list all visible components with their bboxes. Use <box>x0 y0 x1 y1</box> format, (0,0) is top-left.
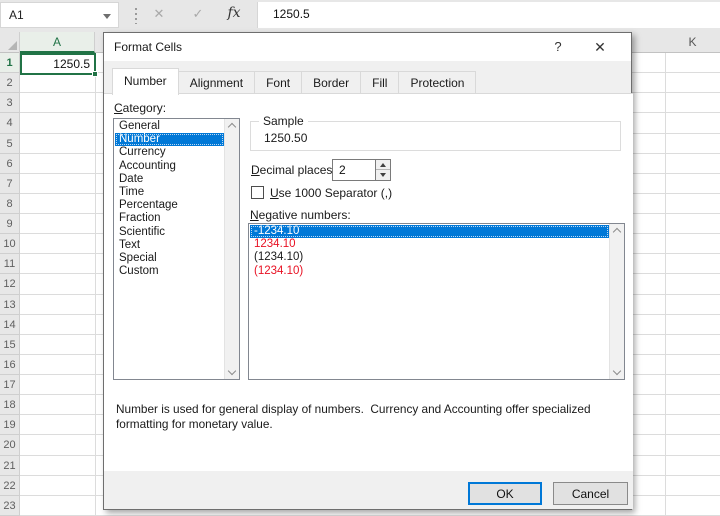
category-item-currency[interactable]: Currency <box>115 146 224 159</box>
tab-number[interactable]: Number <box>112 68 179 95</box>
cancel-button[interactable]: Cancel <box>553 482 628 505</box>
ok-button[interactable]: OK <box>468 482 542 505</box>
category-item-percentage[interactable]: Percentage <box>115 199 224 212</box>
category-item-general[interactable]: General <box>115 120 224 133</box>
fill-handle[interactable] <box>92 71 98 77</box>
row-header-15[interactable]: 15 <box>0 334 20 355</box>
row-header-7[interactable]: 7 <box>0 173 20 194</box>
row-header-6[interactable]: 6 <box>0 153 20 174</box>
row-header-4[interactable]: 4 <box>0 113 20 134</box>
sample-value: 1250.50 <box>264 131 308 145</box>
dialog-titlebar[interactable]: Format Cells ? ✕ <box>104 33 631 61</box>
tab-alignment[interactable]: Alignment <box>178 71 256 94</box>
row-header-16[interactable]: 16 <box>0 354 20 376</box>
cancel-entry-icon[interactable]: ✕ <box>148 6 170 22</box>
sample-label: Sample <box>259 114 308 128</box>
sample-group: Sample 1250.50 <box>250 114 621 151</box>
tab-fill[interactable]: Fill <box>361 71 400 94</box>
scroll-up-icon[interactable] <box>612 227 622 237</box>
category-description: Number is used for general display of nu… <box>116 402 591 431</box>
row-header-21[interactable]: 21 <box>0 455 20 476</box>
category-item-scientific[interactable]: Scientific <box>115 226 224 239</box>
negative-scrollbar[interactable] <box>609 224 624 379</box>
category-item-text[interactable]: Text <box>115 239 224 252</box>
select-all-triangle-icon <box>8 41 17 50</box>
select-all-button[interactable] <box>0 32 20 53</box>
row-header-19[interactable]: 19 <box>0 415 20 436</box>
category-label: Category: <box>114 101 167 115</box>
negative-format-option-1[interactable]: 1234.10 <box>250 238 609 251</box>
drag-handle-icon <box>135 8 137 24</box>
negative-numbers-label: Negative numbers: <box>250 208 351 222</box>
row-header-10[interactable]: 10 <box>0 234 20 255</box>
row-header-23[interactable]: 23 <box>0 495 20 516</box>
help-button[interactable]: ? <box>547 33 569 61</box>
row-header-5[interactable]: 5 <box>0 133 20 154</box>
decimal-places-input[interactable]: 2 <box>332 159 376 181</box>
column-header-a[interactable]: A <box>20 32 95 53</box>
column-header-k[interactable]: K <box>665 32 720 53</box>
dialog-title: Format Cells <box>114 40 183 54</box>
tab-font[interactable]: Font <box>255 71 303 94</box>
spinner-down-button[interactable] <box>376 170 390 180</box>
close-button[interactable]: ✕ <box>587 33 613 61</box>
name-box-value: A1 <box>9 8 24 22</box>
scroll-up-icon[interactable] <box>227 122 237 132</box>
arrow-up-icon <box>380 163 386 167</box>
category-item-special[interactable]: Special <box>115 252 224 265</box>
negative-format-option-3[interactable]: (1234.10) <box>250 265 609 278</box>
tab-protection[interactable]: Protection <box>399 71 477 94</box>
row-header-17[interactable]: 17 <box>0 375 20 396</box>
row-header-12[interactable]: 12 <box>0 274 20 295</box>
formula-input[interactable]: 1250.5 <box>258 2 720 28</box>
gridline <box>95 53 96 516</box>
scroll-down-icon[interactable] <box>227 366 237 376</box>
formula-bar-row: A1 ✕ ✓ fx 1250.5 <box>0 0 720 32</box>
row-header-3[interactable]: 3 <box>0 93 20 114</box>
category-item-custom[interactable]: Custom <box>115 265 224 278</box>
row-header-22[interactable]: 22 <box>0 475 20 496</box>
row-header-20[interactable]: 20 <box>0 435 20 456</box>
enter-entry-icon[interactable]: ✓ <box>187 6 209 22</box>
use-1000-separator-checkbox[interactable] <box>251 186 264 199</box>
excel-window: A1 ✕ ✓ fx 1250.5 A K 1 2 3 4 5 6 7 8 9 10 11 12 13 14… <box>0 0 720 516</box>
format-cells-dialog: Format Cells ? ✕ Number Alignment Font Bord… <box>103 32 633 510</box>
row-header-9[interactable]: 9 <box>0 214 20 235</box>
spinner-up-button[interactable] <box>376 160 390 170</box>
insert-function-icon[interactable]: fx <box>223 5 245 21</box>
cell-a1[interactable]: 1250.5 <box>20 53 98 77</box>
row-header-2[interactable]: 2 <box>0 73 20 94</box>
category-listbox[interactable]: General Number Currency Accounting Date Time P… <box>113 118 240 380</box>
gridline <box>665 53 666 516</box>
tab-strip: Number Alignment Font Border Fill Protection <box>112 67 477 95</box>
category-scrollbar[interactable] <box>224 119 239 379</box>
category-item-accounting[interactable]: Accounting <box>115 160 224 173</box>
negative-format-option-2[interactable]: (1234.10) <box>250 251 609 264</box>
decimal-places-label: Decimal places: <box>251 163 336 177</box>
category-item-number[interactable]: Number <box>115 133 224 147</box>
formula-value: 1250.5 <box>273 7 310 21</box>
row-header-8[interactable]: 8 <box>0 193 20 215</box>
row-header-1[interactable]: 1 <box>0 53 20 74</box>
negative-format-option-0[interactable]: -1234.10 <box>250 225 609 239</box>
category-item-time[interactable]: Time <box>115 186 224 199</box>
scroll-down-icon[interactable] <box>612 366 622 376</box>
row-header-13[interactable]: 13 <box>0 294 20 315</box>
row-header-14[interactable]: 14 <box>0 314 20 335</box>
row-header-11[interactable]: 11 <box>0 254 20 275</box>
number-tab-page: Category: General Number Currency Accountin… <box>104 93 633 473</box>
decimal-places-value: 2 <box>339 163 346 177</box>
name-box[interactable]: A1 <box>0 2 119 28</box>
arrow-down-icon <box>380 173 386 177</box>
row-header-18[interactable]: 18 <box>0 395 20 416</box>
name-box-dropdown-icon[interactable] <box>103 14 111 19</box>
use-1000-separator-label[interactable]: Use 1000 Separator (,) <box>270 186 392 200</box>
negative-numbers-listbox[interactable]: -1234.10 1234.10 (1234.10) (1234.10) <box>248 223 625 380</box>
cell-a1-value: 1250.5 <box>53 57 90 71</box>
decimal-places-spinner <box>375 159 391 181</box>
category-item-date[interactable]: Date <box>115 173 224 186</box>
dialog-footer: OK Cancel <box>104 471 633 509</box>
tab-border[interactable]: Border <box>302 71 362 94</box>
category-item-fraction[interactable]: Fraction <box>115 212 224 225</box>
